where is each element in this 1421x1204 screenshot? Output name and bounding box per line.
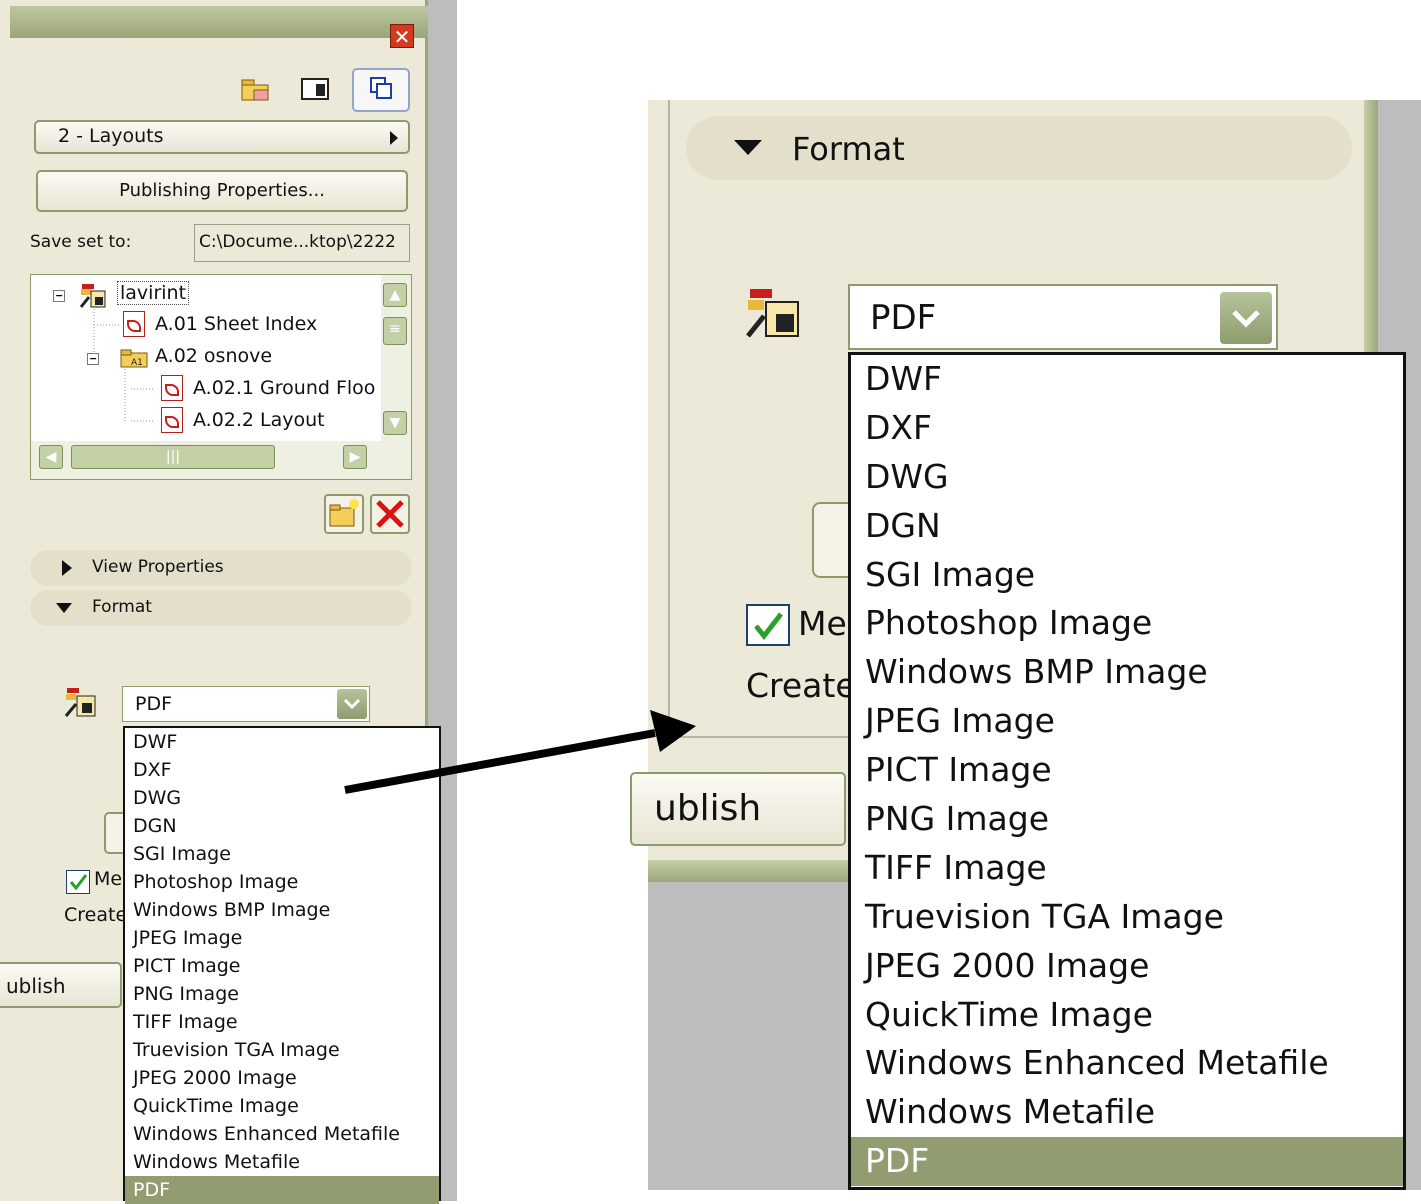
- zoom-arrow: [344, 710, 696, 794]
